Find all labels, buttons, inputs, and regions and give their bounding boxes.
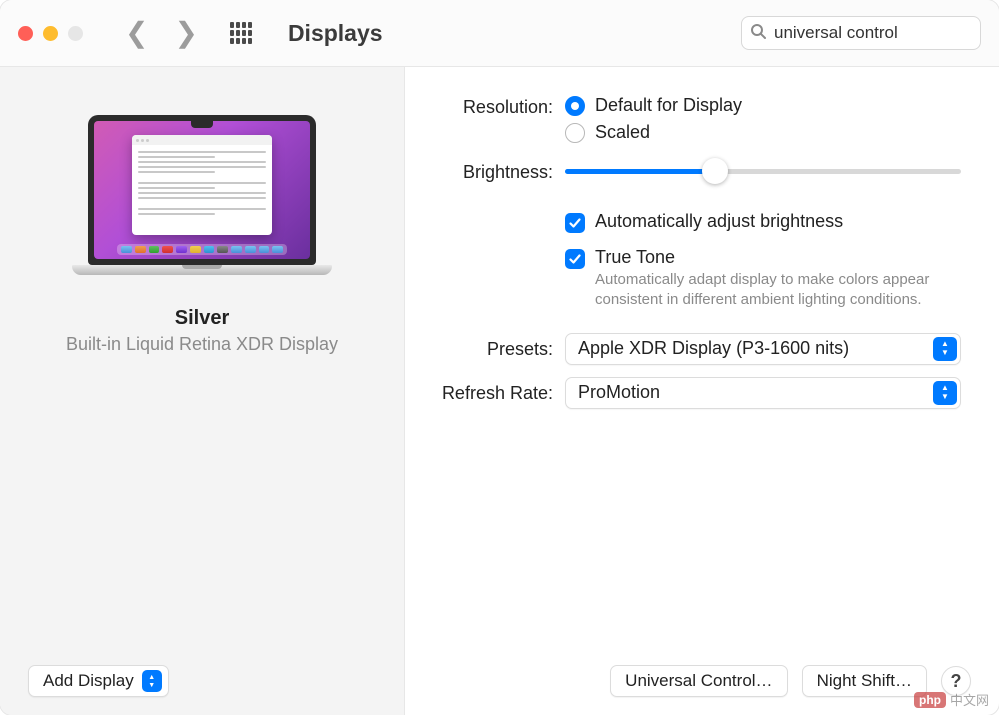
resolution-default-option[interactable]: Default for Display bbox=[565, 95, 961, 116]
select-arrows-icon: ▲▼ bbox=[933, 381, 957, 405]
presets-row: Presets: Apple XDR Display (P3-1600 nits… bbox=[425, 333, 961, 365]
footer: Add Display ▲▼ Universal Control… Night … bbox=[0, 647, 999, 715]
refresh-rate-row: Refresh Rate: ProMotion ▲▼ bbox=[425, 377, 961, 409]
resolution-row: Resolution: Default for Display Scaled bbox=[425, 95, 961, 149]
minimize-button[interactable] bbox=[43, 26, 58, 41]
display-name: Silver bbox=[175, 307, 229, 330]
refresh-rate-label: Refresh Rate: bbox=[425, 381, 565, 404]
universal-control-button[interactable]: Universal Control… bbox=[610, 665, 787, 697]
night-shift-label: Night Shift… bbox=[817, 671, 912, 691]
presets-select[interactable]: Apple XDR Display (P3-1600 nits) ▲▼ bbox=[565, 333, 961, 365]
close-button[interactable] bbox=[18, 26, 33, 41]
window-preview bbox=[132, 135, 272, 235]
toolbar: ❮ ❯ Displays bbox=[0, 0, 999, 66]
resolution-scaled-option[interactable]: Scaled bbox=[565, 122, 961, 143]
resolution-scaled-label: Scaled bbox=[595, 122, 650, 143]
slider-thumb-icon[interactable] bbox=[702, 158, 728, 184]
true-tone-label: True Tone bbox=[595, 247, 961, 268]
displays-prefs-window: ❮ ❯ Displays bbox=[0, 0, 999, 715]
presets-label: Presets: bbox=[425, 337, 565, 360]
presets-value: Apple XDR Display (P3-1600 nits) bbox=[578, 338, 849, 359]
zoom-button[interactable] bbox=[68, 26, 83, 41]
resolution-default-label: Default for Display bbox=[595, 95, 742, 116]
window-title: Displays bbox=[288, 20, 383, 47]
search-icon bbox=[750, 23, 766, 44]
brightness-slider[interactable] bbox=[565, 159, 961, 183]
refresh-rate-value: ProMotion bbox=[578, 382, 660, 403]
search-field[interactable] bbox=[741, 16, 981, 50]
checkbox-checked-icon bbox=[565, 249, 585, 269]
select-arrows-icon: ▲▼ bbox=[933, 337, 957, 361]
settings-pane: Resolution: Default for Display Scaled B… bbox=[405, 67, 999, 715]
radio-checked-icon bbox=[565, 96, 585, 116]
watermark: php 中文网 bbox=[914, 690, 989, 709]
back-button[interactable]: ❮ bbox=[125, 19, 148, 47]
laptop-illustration bbox=[72, 115, 332, 275]
notch-icon bbox=[191, 121, 213, 128]
display-subtitle: Built-in Liquid Retina XDR Display bbox=[66, 334, 338, 355]
add-display-button[interactable]: Add Display ▲▼ bbox=[28, 665, 169, 697]
show-all-icon[interactable] bbox=[230, 22, 252, 44]
nav-arrows: ❮ ❯ bbox=[125, 19, 198, 47]
search-input[interactable] bbox=[774, 23, 995, 43]
brightness-row: Brightness: bbox=[425, 159, 961, 183]
add-display-label: Add Display bbox=[43, 671, 134, 691]
resolution-label: Resolution: bbox=[425, 95, 565, 118]
forward-button[interactable]: ❯ bbox=[174, 19, 197, 47]
refresh-rate-select[interactable]: ProMotion ▲▼ bbox=[565, 377, 961, 409]
auto-brightness-row: Automatically adjust brightness True Ton… bbox=[425, 211, 961, 325]
universal-control-label: Universal Control… bbox=[625, 671, 772, 691]
watermark-text: 中文网 bbox=[950, 690, 989, 709]
night-shift-button[interactable]: Night Shift… bbox=[802, 665, 927, 697]
window-controls bbox=[18, 26, 83, 41]
checkbox-checked-icon bbox=[565, 213, 585, 233]
dock-preview bbox=[117, 244, 287, 255]
true-tone-description: Automatically adapt display to make colo… bbox=[595, 270, 961, 311]
radio-unchecked-icon bbox=[565, 123, 585, 143]
true-tone-checkbox[interactable]: True Tone Automatically adapt display to… bbox=[565, 247, 961, 311]
content-area: Silver Built-in Liquid Retina XDR Displa… bbox=[0, 66, 999, 715]
watermark-logo: php bbox=[914, 692, 946, 708]
brightness-label: Brightness: bbox=[425, 160, 565, 183]
help-icon: ? bbox=[951, 671, 962, 692]
auto-brightness-checkbox[interactable]: Automatically adjust brightness bbox=[565, 211, 961, 233]
auto-brightness-label: Automatically adjust brightness bbox=[595, 211, 843, 232]
dropdown-arrows-icon: ▲▼ bbox=[142, 670, 162, 692]
display-preview-pane: Silver Built-in Liquid Retina XDR Displa… bbox=[0, 67, 405, 715]
